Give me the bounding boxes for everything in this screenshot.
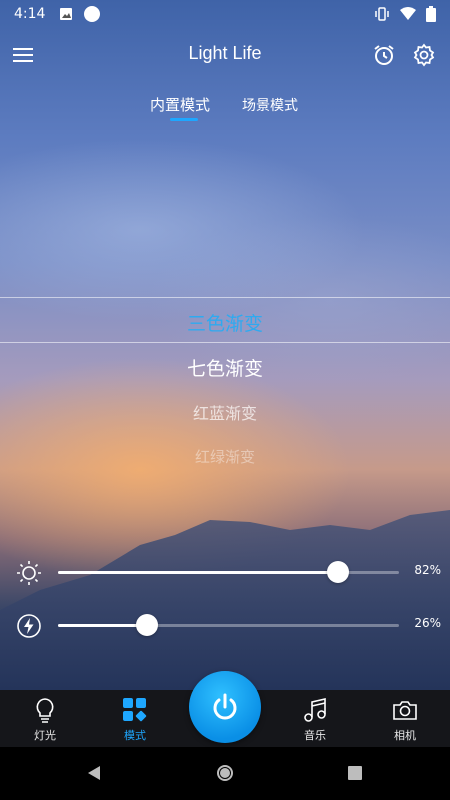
camera-icon xyxy=(393,701,417,720)
speed-thumb[interactable] xyxy=(135,614,158,636)
tab-builtin-mode[interactable]: 内置模式 xyxy=(150,94,210,115)
status-time: 4:14 xyxy=(14,6,46,22)
brightness-value: 82% xyxy=(414,563,441,577)
picker-divider-bottom xyxy=(0,342,450,343)
nav-item-mode[interactable]: 模式 xyxy=(90,690,180,747)
app-header: Light Life xyxy=(0,36,450,72)
nav-label: 灯光 xyxy=(34,729,56,742)
home-icon[interactable] xyxy=(215,763,235,783)
nav-label: 相机 xyxy=(394,729,416,742)
system-nav-bar xyxy=(0,747,450,800)
speed-fill xyxy=(58,624,147,627)
status-bar: 4:14 xyxy=(0,0,450,28)
speed-slider[interactable]: 26% xyxy=(0,610,450,640)
tab-scene-mode[interactable]: 场景模式 xyxy=(242,95,298,115)
picker-divider-top xyxy=(0,297,450,298)
image-icon xyxy=(60,8,73,20)
power-icon xyxy=(213,693,237,720)
nav-item-music[interactable]: 音乐 xyxy=(270,690,360,747)
mode-option-selected[interactable]: 三色渐变 xyxy=(0,309,450,336)
recents-icon[interactable] xyxy=(345,763,365,783)
brightness-fill xyxy=(58,571,338,574)
mode-tabs: 内置模式 场景模式 xyxy=(0,94,450,124)
brightness-slider[interactable]: 82% xyxy=(0,557,450,587)
back-icon[interactable] xyxy=(84,763,104,783)
wifi-icon xyxy=(400,7,416,20)
bulb-icon xyxy=(36,698,54,723)
settings-button[interactable] xyxy=(411,42,437,68)
mode-option[interactable]: 红蓝渐变 xyxy=(0,400,450,424)
vibrate-icon xyxy=(375,7,389,21)
nav-item-light[interactable]: 灯光 xyxy=(0,690,90,747)
lightning-icon xyxy=(17,614,41,638)
mode-option[interactable]: 红绿渐变 xyxy=(0,446,450,467)
brightness-track[interactable] xyxy=(58,561,399,583)
alarm-icon xyxy=(374,45,394,65)
nav-label: 模式 xyxy=(124,729,146,742)
battery-icon xyxy=(426,6,436,22)
alarm-button[interactable] xyxy=(371,42,397,68)
speed-track[interactable] xyxy=(58,614,399,636)
mode-grid-icon xyxy=(123,698,147,722)
gear-icon xyxy=(413,43,435,67)
sun-icon xyxy=(17,561,41,585)
music-note-icon xyxy=(304,697,326,722)
nav-label: 音乐 xyxy=(304,729,326,742)
mode-option[interactable]: 七色渐变 xyxy=(0,354,450,381)
brightness-thumb[interactable] xyxy=(326,561,349,583)
tab-indicator xyxy=(170,118,198,121)
circle-icon xyxy=(84,6,101,22)
speed-value: 26% xyxy=(414,616,441,630)
nav-item-camera[interactable]: 相机 xyxy=(360,690,450,747)
power-button[interactable] xyxy=(189,671,261,743)
